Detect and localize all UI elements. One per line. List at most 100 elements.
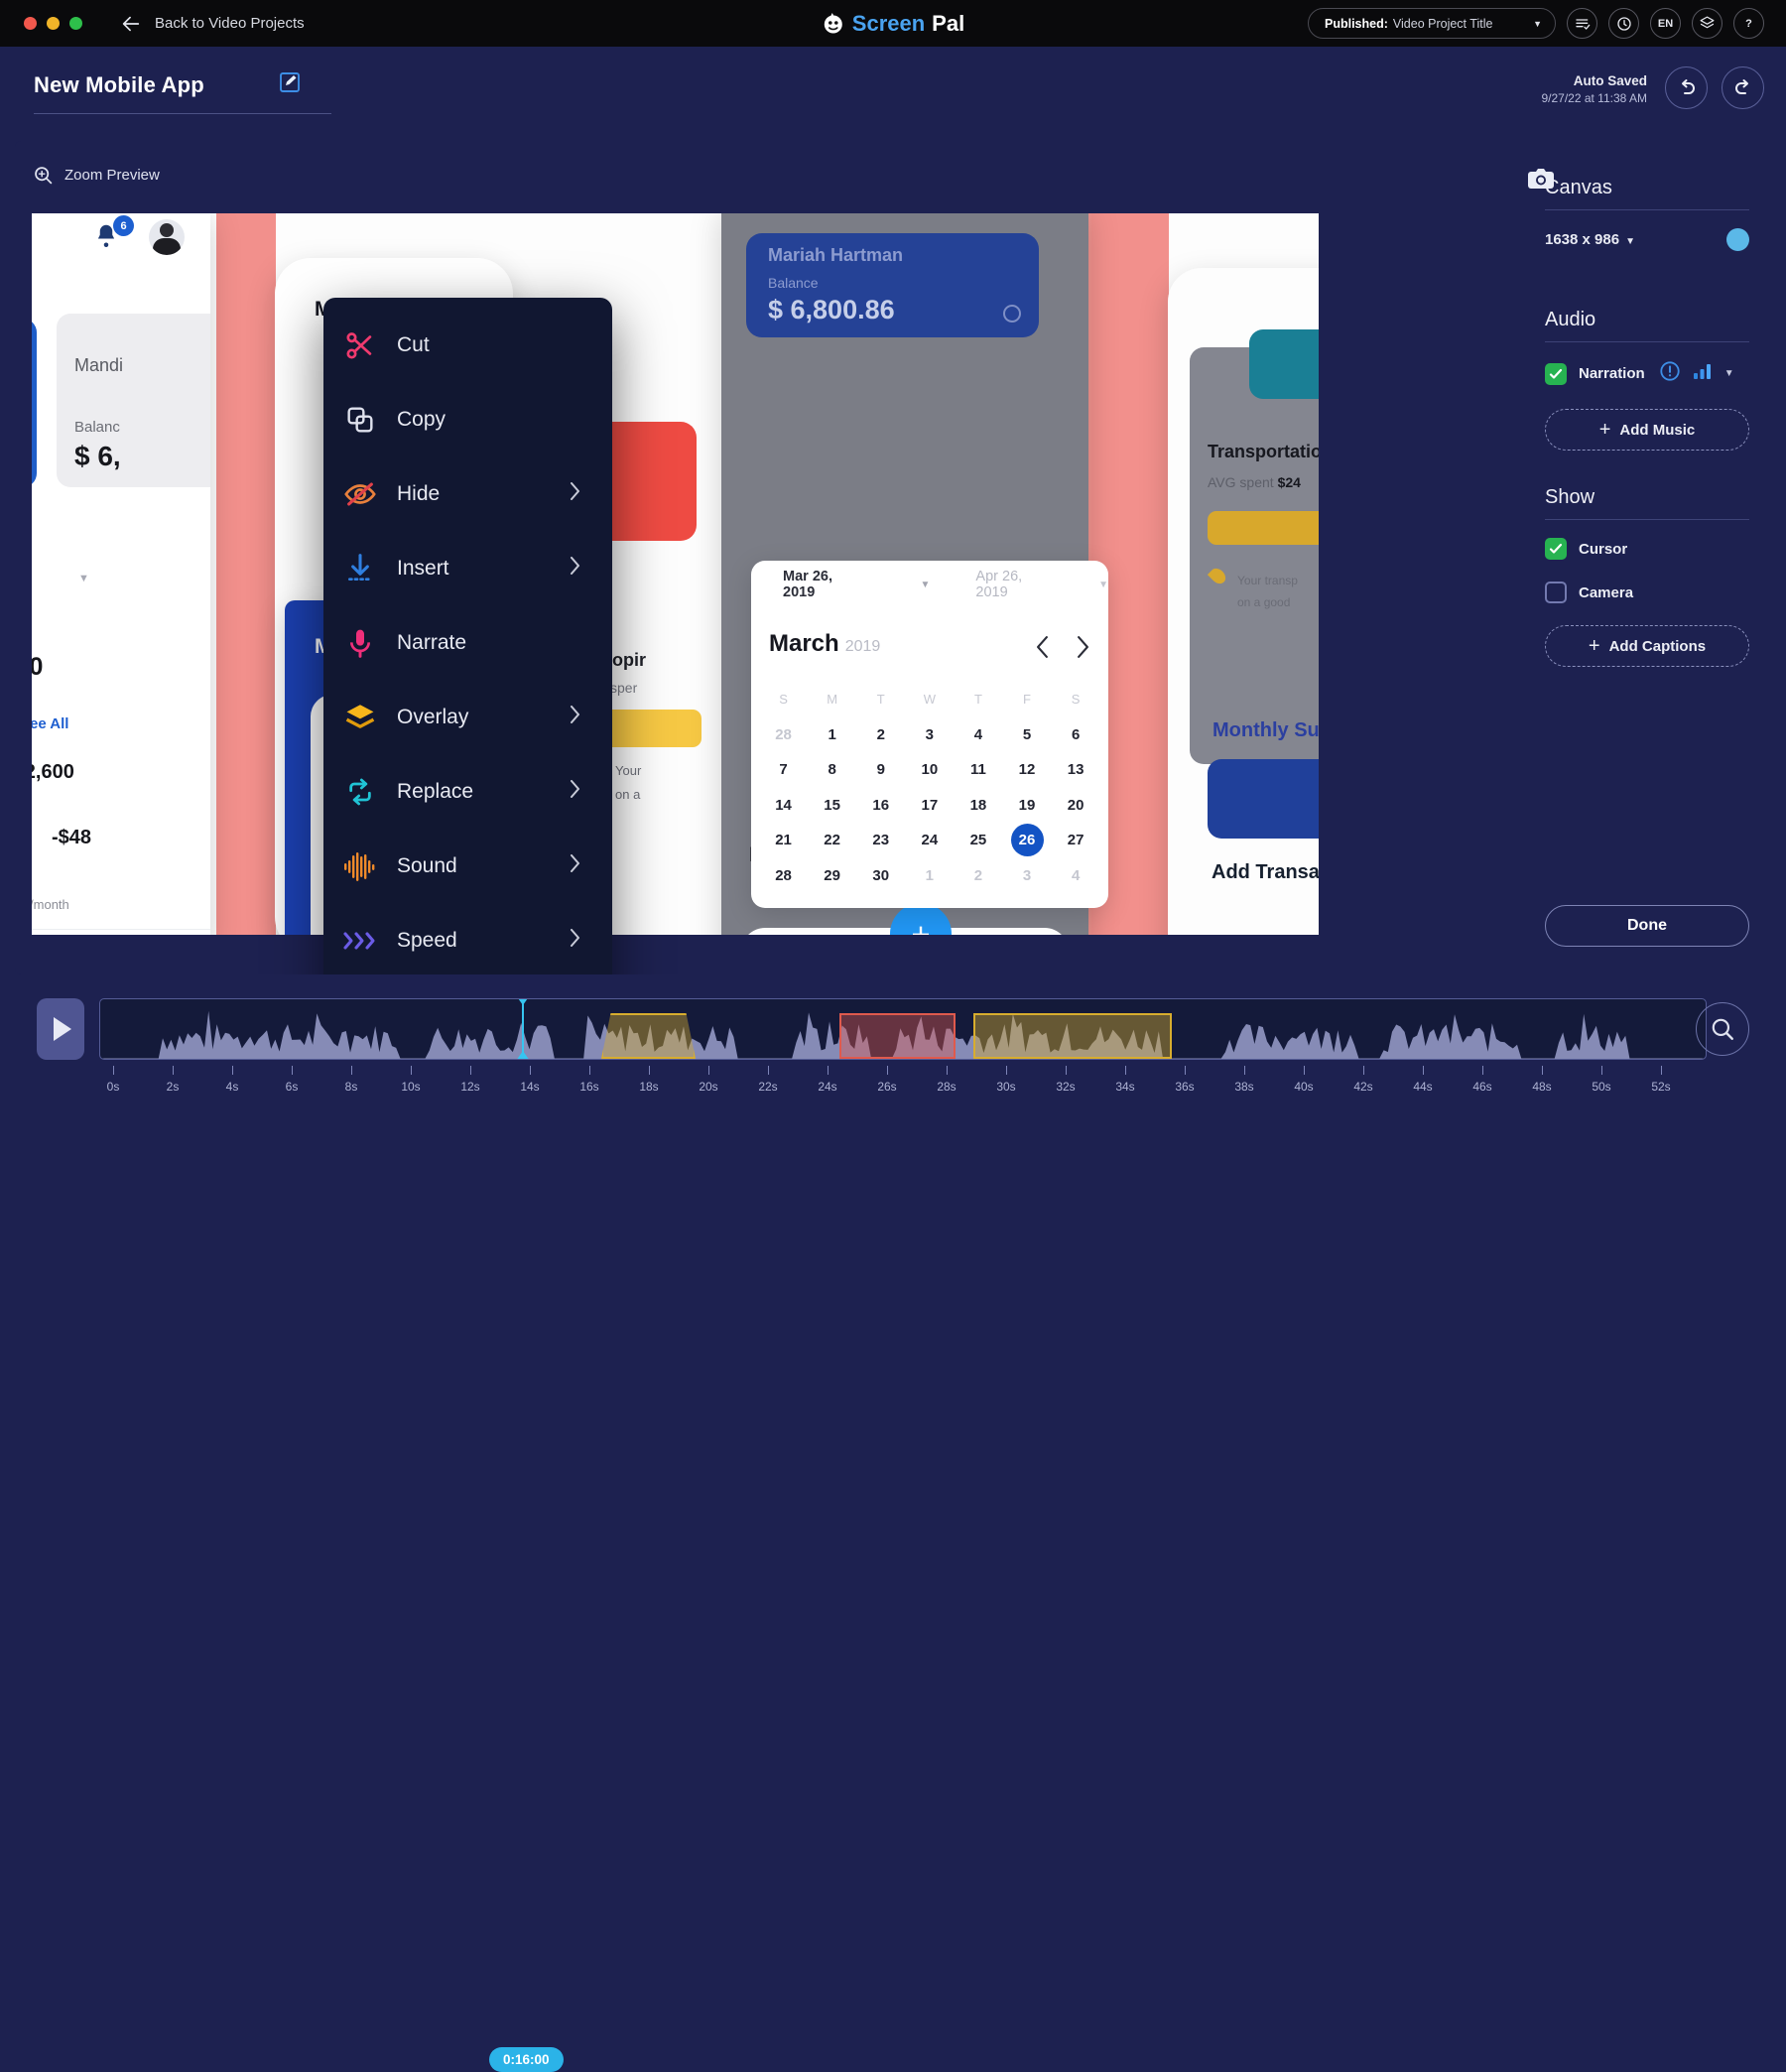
screenshot-camera-button[interactable] bbox=[1527, 167, 1555, 195]
calendar-day[interactable]: 2 bbox=[954, 858, 1002, 894]
context-menu-item-cut[interactable]: Cut bbox=[323, 308, 612, 382]
calendar-day[interactable]: 4 bbox=[1052, 858, 1100, 894]
timeline-zoom-button[interactable] bbox=[1696, 1002, 1749, 1056]
calendar-day[interactable]: 21 bbox=[759, 823, 808, 858]
redo-button[interactable] bbox=[1722, 66, 1764, 109]
cursor-checkbox[interactable] bbox=[1545, 538, 1567, 560]
timeline-clip-highlight[interactable] bbox=[839, 1013, 956, 1059]
minimize-window-button[interactable] bbox=[47, 17, 60, 30]
undo-button[interactable] bbox=[1665, 66, 1708, 109]
calendar-day[interactable]: 17 bbox=[905, 788, 954, 824]
calendar-day[interactable]: 8 bbox=[808, 752, 856, 788]
timeline-tick bbox=[947, 1066, 948, 1075]
timeline-tick-label: 50s bbox=[1592, 1080, 1611, 1094]
calendar-day[interactable]: 13 bbox=[1052, 752, 1100, 788]
calendar-day[interactable]: 5 bbox=[1002, 717, 1051, 753]
context-menu-item-insert[interactable]: Insert bbox=[323, 531, 612, 605]
calendar-day[interactable]: 28 bbox=[759, 858, 808, 894]
narration-options-chevron-icon[interactable]: ▼ bbox=[1724, 368, 1734, 379]
project-name-field[interactable]: New Mobile App bbox=[34, 70, 331, 114]
autosave-status: Auto Saved 9/27/22 at 11:38 AM bbox=[1541, 72, 1647, 106]
calendar-day[interactable]: 10 bbox=[905, 752, 954, 788]
calendar-day[interactable]: 15 bbox=[808, 788, 856, 824]
phone5-teal-shape bbox=[1249, 329, 1319, 399]
calendar-day[interactable]: 14 bbox=[759, 788, 808, 824]
calendar-day[interactable]: 20 bbox=[1052, 788, 1100, 824]
context-menu-item-sound[interactable]: Sound bbox=[323, 829, 612, 903]
info-icon bbox=[1003, 305, 1021, 323]
calendar-day[interactable]: 1 bbox=[808, 717, 856, 753]
calendar-day[interactable]: 3 bbox=[905, 717, 954, 753]
timeline-clip-overlay[interactable] bbox=[601, 1013, 696, 1059]
calendar-day[interactable]: 22 bbox=[808, 823, 856, 858]
calendar-day[interactable]: 9 bbox=[856, 752, 905, 788]
calendar-day[interactable]: 6 bbox=[1052, 717, 1100, 753]
video-canvas[interactable]: 6 VISA Mandi Balanc $ 6, 26, 2019 ▼ Inco… bbox=[32, 213, 1319, 935]
add-captions-button[interactable]: + Add Captions bbox=[1545, 625, 1749, 667]
context-menu-item-hide[interactable]: Hide bbox=[323, 456, 612, 531]
next-month-icon[interactable] bbox=[1076, 636, 1090, 663]
calendar-day[interactable]: 4 bbox=[954, 717, 1002, 753]
done-button[interactable]: Done bbox=[1545, 905, 1749, 947]
calendar-day[interactable]: 27 bbox=[1052, 823, 1100, 858]
calendar-day[interactable]: 28 bbox=[759, 717, 808, 753]
language-button[interactable]: EN bbox=[1650, 8, 1681, 39]
publish-status-dropdown[interactable]: Published: Video Project Title ▼ bbox=[1308, 8, 1556, 39]
calendar-day[interactable]: 12 bbox=[1002, 752, 1051, 788]
calendar-day[interactable]: 3 bbox=[1002, 858, 1051, 894]
calendar-day[interactable]: 1 bbox=[905, 858, 954, 894]
context-menu-item-overlay[interactable]: Overlay bbox=[323, 680, 612, 754]
camera-checkbox[interactable] bbox=[1545, 582, 1567, 603]
calendar-day[interactable]: 30 bbox=[856, 858, 905, 894]
middle-text-4: on a bbox=[615, 787, 641, 802]
account-name: Mandi bbox=[74, 355, 124, 375]
calendar-month: March bbox=[769, 630, 839, 657]
context-menu-item-narrate[interactable]: Narrate bbox=[323, 605, 612, 680]
play-button[interactable] bbox=[37, 998, 84, 1060]
zoom-preview-button[interactable]: Zoom Preview bbox=[33, 165, 160, 186]
context-menu-item-speed[interactable]: Speed bbox=[323, 903, 612, 974]
phone-mockup-5: Transportatio AVG spent $24 Your transp … bbox=[1168, 268, 1319, 935]
calendar-day[interactable]: 19 bbox=[1002, 788, 1051, 824]
canvas-size-row: 1638 x 986 ▼ bbox=[1545, 228, 1749, 251]
timeline-tick bbox=[828, 1066, 829, 1075]
calendar-day[interactable]: 11 bbox=[954, 752, 1002, 788]
narration-warning-icon[interactable] bbox=[1659, 360, 1681, 387]
edit-title-icon[interactable] bbox=[278, 70, 302, 99]
calendar-day[interactable]: 7 bbox=[759, 752, 808, 788]
clip-context-menu[interactable]: Cut Copy Hide Insert Narrate Overlay Replace So… bbox=[323, 298, 612, 974]
narration-checkbox[interactable] bbox=[1545, 362, 1567, 385]
calendar-day[interactable]: 24 bbox=[905, 823, 954, 858]
microphone-icon bbox=[323, 627, 397, 659]
timeline-clip-selected[interactable] bbox=[973, 1013, 1172, 1059]
canvas-size-dropdown[interactable]: 1638 x 986 ▼ bbox=[1545, 231, 1635, 248]
calendar-day[interactable]: 26 bbox=[1002, 823, 1051, 858]
copy-icon bbox=[323, 404, 397, 436]
context-menu-item-copy[interactable]: Copy bbox=[323, 382, 612, 456]
camera-row: Camera bbox=[1545, 582, 1749, 603]
canvas-color-swatch[interactable] bbox=[1726, 228, 1749, 251]
calendar-day[interactable]: 25 bbox=[954, 823, 1002, 858]
add-music-button[interactable]: + Add Music bbox=[1545, 409, 1749, 451]
timeline-tick bbox=[173, 1066, 174, 1075]
menu-list-button[interactable] bbox=[1567, 8, 1597, 39]
prev-month-icon[interactable] bbox=[1035, 636, 1050, 663]
narration-volume-icon[interactable] bbox=[1693, 362, 1713, 385]
calendar-day[interactable]: 18 bbox=[954, 788, 1002, 824]
calendar-day[interactable]: 16 bbox=[856, 788, 905, 824]
close-window-button[interactable] bbox=[24, 17, 37, 30]
calendar-day[interactable]: 2 bbox=[856, 717, 905, 753]
plus-icon: + bbox=[1598, 418, 1611, 441]
timeline-track[interactable] bbox=[99, 998, 1707, 1060]
layers-button[interactable] bbox=[1692, 8, 1722, 39]
chevron-right-icon bbox=[570, 928, 580, 953]
maximize-window-button[interactable] bbox=[69, 17, 82, 30]
context-menu-item-label: Insert bbox=[397, 556, 449, 580]
context-menu-item-replace[interactable]: Replace bbox=[323, 754, 612, 829]
calendar-day[interactable]: 23 bbox=[856, 823, 905, 858]
calendar-day[interactable]: 29 bbox=[808, 858, 856, 894]
chevrons-icon bbox=[323, 928, 397, 954]
help-button[interactable]: ? bbox=[1733, 8, 1764, 39]
back-to-video-projects-link[interactable]: Back to Video Projects bbox=[120, 13, 305, 35]
history-button[interactable] bbox=[1608, 8, 1639, 39]
